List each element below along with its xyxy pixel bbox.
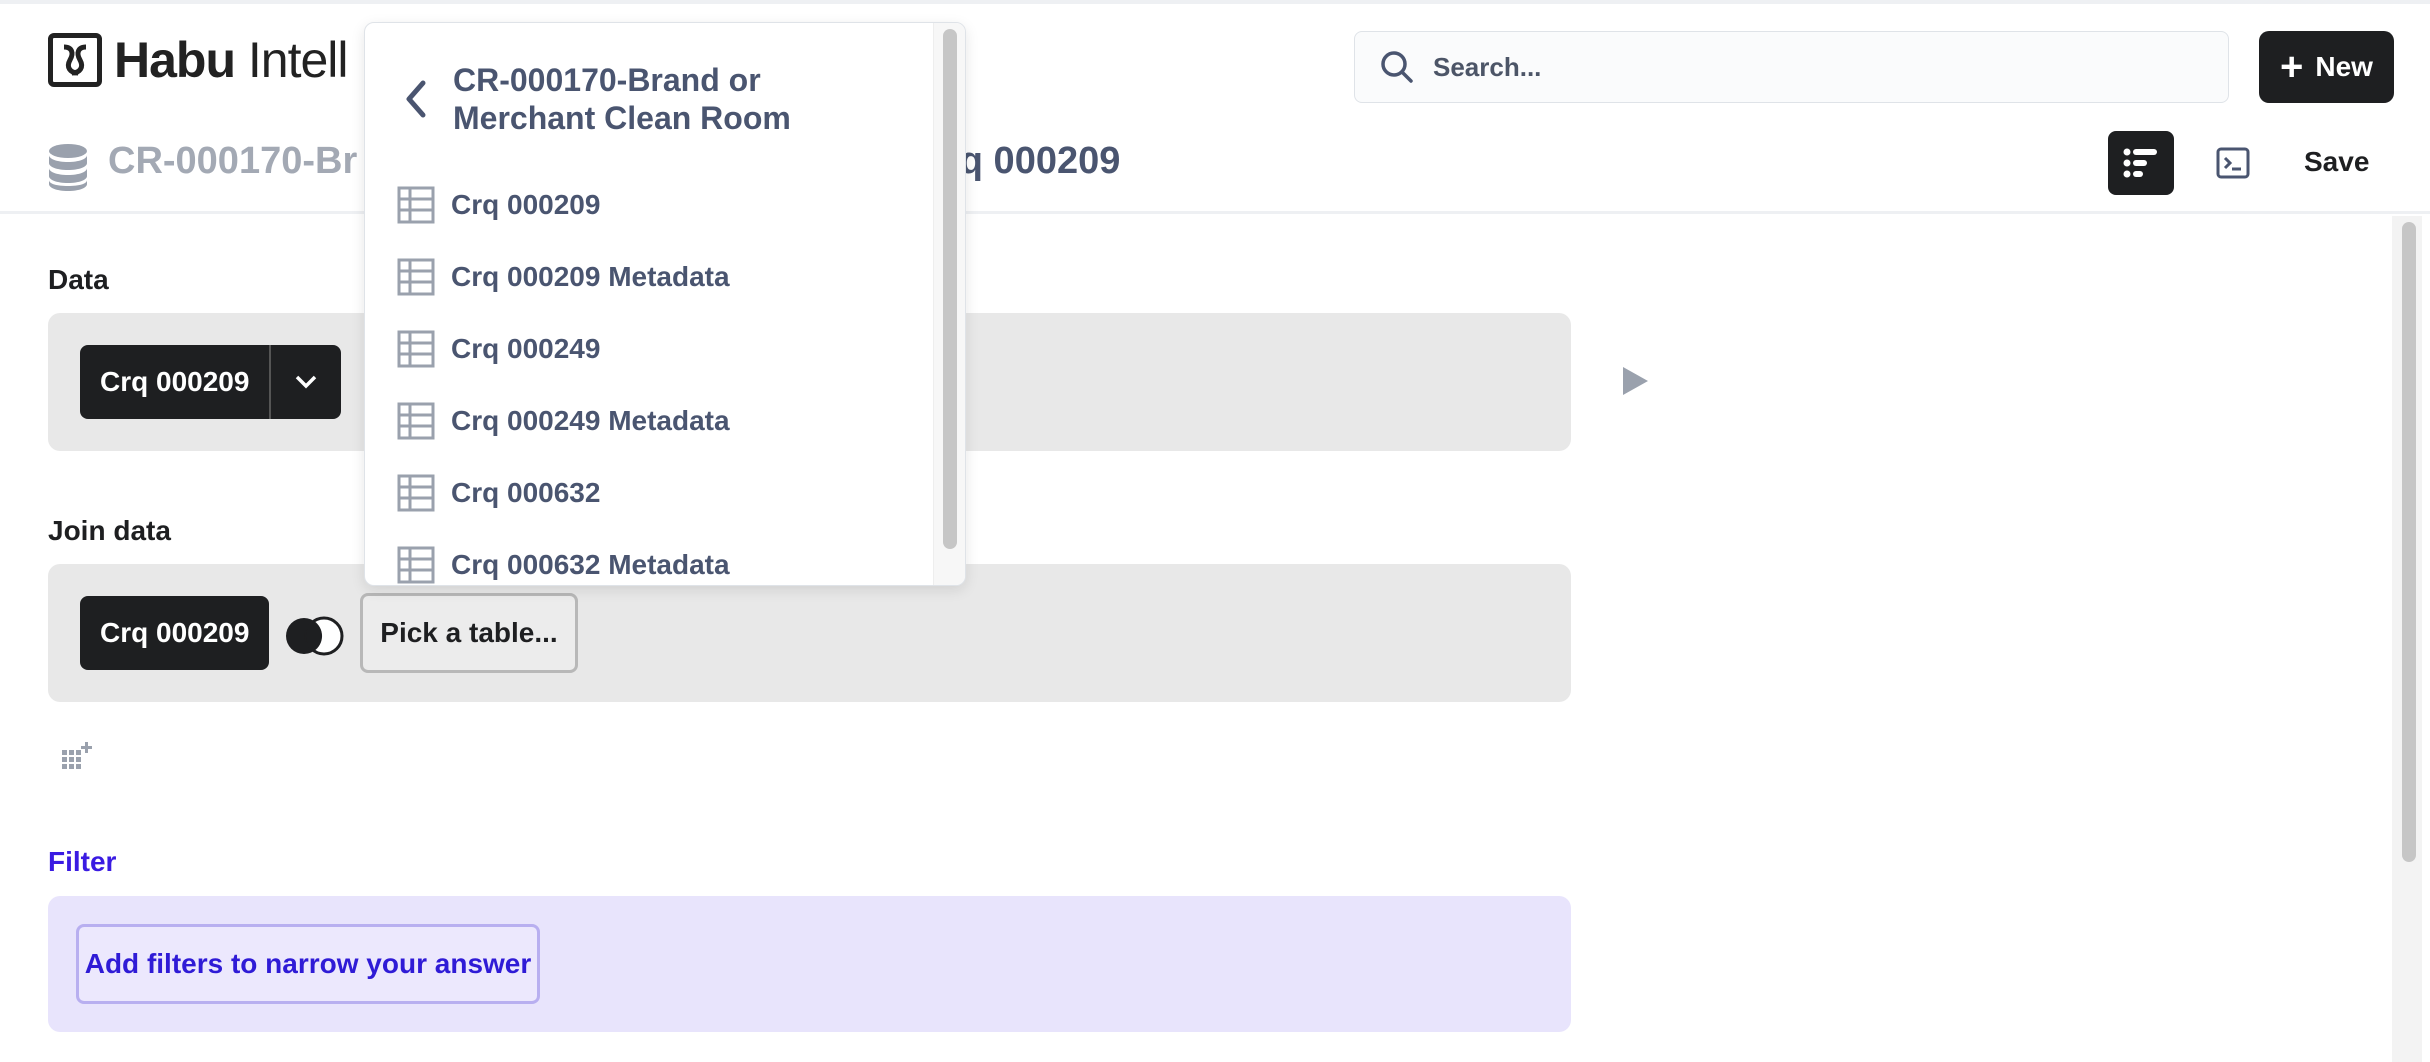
table-item-label: Crq 000632 Metadata <box>451 549 730 580</box>
table-item-label: Crq 000209 <box>451 189 601 220</box>
new-button[interactable]: + New <box>2259 31 2394 103</box>
new-button-label: New <box>2315 51 2373 82</box>
popover-title[interactable]: CR-000170-Brand or Merchant Clean Room <box>453 61 873 137</box>
search-bar[interactable] <box>1354 31 2229 103</box>
table-list-item[interactable]: Crq 000209 Metadata <box>397 247 730 307</box>
join-type-icon[interactable] <box>282 614 348 658</box>
sql-editor-button[interactable] <box>2200 131 2266 195</box>
plus-icon: + <box>2280 45 2304 89</box>
table-icon <box>397 186 435 224</box>
database-icon <box>49 144 87 191</box>
table-item-label: Crq 000249 Metadata <box>451 405 730 436</box>
breadcrumb-database[interactable]: CR-000170-Br <box>108 140 357 183</box>
search-input[interactable] <box>1433 51 2213 83</box>
table-picker-popover: CR-000170-Brand or Merchant Clean Room C… <box>364 22 966 586</box>
search-icon <box>1381 51 1413 83</box>
logo-text-bold: Habu <box>114 32 236 88</box>
filter-section-label[interactable]: Filter <box>48 846 116 878</box>
data-source-chip[interactable]: Crq 000209 <box>80 345 342 419</box>
add-join-icon[interactable] <box>60 740 94 770</box>
table-item-label: Crq 000632 <box>451 477 601 508</box>
logo-text-light: Intell <box>235 32 349 88</box>
table-list-item[interactable]: Crq 000249 <box>397 319 600 379</box>
table-icon <box>397 258 435 296</box>
chevron-down-icon[interactable] <box>271 345 341 419</box>
table-list-item[interactable]: Crq 000632 <box>397 463 600 523</box>
add-filter-button[interactable]: Add filters to narrow your answer <box>76 924 540 1004</box>
table-list-item[interactable]: Crq 000249 Metadata <box>397 391 730 451</box>
page-scrollbar-thumb[interactable] <box>2402 222 2416 862</box>
table-icon <box>397 330 435 368</box>
pick-table-button[interactable]: Pick a table... <box>360 593 578 673</box>
logo-mark-icon <box>48 33 102 87</box>
preview-play-icon[interactable] <box>1620 366 1650 396</box>
join-left-table-label: Crq 000209 <box>100 617 250 648</box>
table-list-item[interactable]: Crq 000209 <box>397 175 600 235</box>
table-icon <box>397 402 435 440</box>
list-editor-icon <box>2123 148 2157 178</box>
save-button[interactable]: Save <box>2292 140 2381 184</box>
table-list-item[interactable]: Crq 000632 Metadata <box>397 535 730 585</box>
join-left-table-chip[interactable]: Crq 000209 <box>80 596 270 670</box>
app-logo[interactable]: Habu Intell <box>48 31 349 89</box>
data-section-label: Data <box>48 264 109 295</box>
popover-scrollbar-thumb[interactable] <box>943 29 957 549</box>
join-section-label: Join data <box>48 515 171 546</box>
notebook-mode-button[interactable] <box>2108 131 2174 195</box>
logo-text: Habu Intell <box>114 31 349 89</box>
table-item-label: Crq 000249 <box>451 333 601 364</box>
chevron-left-icon[interactable] <box>401 79 431 119</box>
console-icon <box>2216 147 2250 179</box>
data-source-label: Crq 000209 <box>100 366 250 397</box>
table-item-label: Crq 000209 Metadata <box>451 261 730 292</box>
breadcrumb-table[interactable]: rq 000209 <box>945 140 1120 183</box>
table-icon <box>397 474 435 512</box>
table-icon <box>397 546 435 584</box>
